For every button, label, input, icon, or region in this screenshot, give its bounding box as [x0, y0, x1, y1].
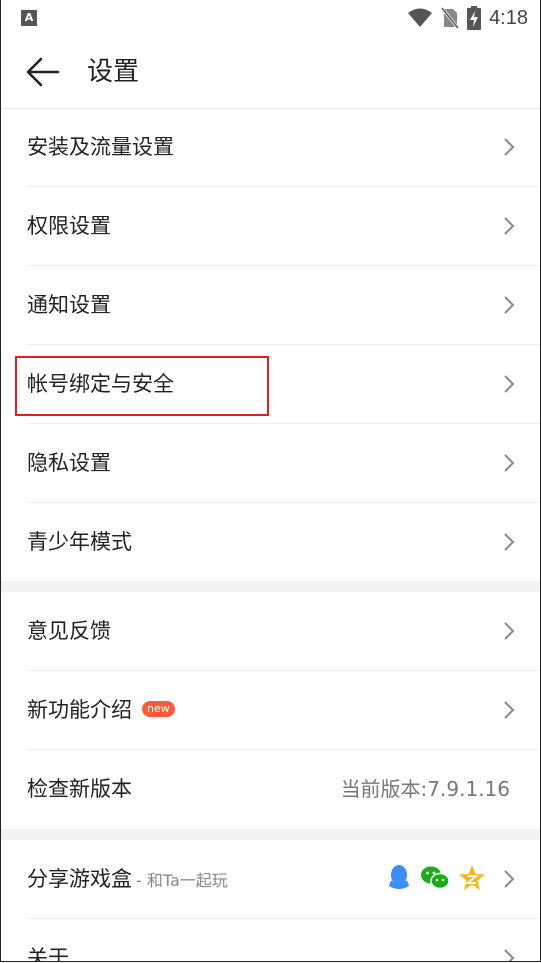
chevron-right-icon [504, 375, 515, 393]
settings-item-label: 关于 [27, 946, 69, 962]
chevron-right-icon [504, 296, 515, 314]
settings-item-new-features[interactable]: 新功能介绍 new [1, 671, 540, 750]
settings-item-share[interactable]: 分享游戏盒 - 和Ta一起玩 [1, 840, 540, 919]
highlight-box [15, 356, 269, 416]
wechat-icon[interactable] [420, 865, 450, 891]
chevron-right-icon [504, 949, 515, 961]
settings-item-label: 检查新版本 [27, 777, 132, 801]
settings-item-label: 意见反馈 [27, 619, 111, 643]
current-version: 当前版本:7.9.1.16 [340, 777, 510, 801]
share-text: 分享游戏盒 [27, 867, 132, 891]
settings-item-teen-mode[interactable]: 青少年模式 [1, 503, 540, 582]
new-badge: new [142, 701, 175, 717]
chevron-right-icon [504, 870, 515, 888]
chevron-right-icon [504, 622, 515, 640]
settings-item-privacy[interactable]: 隐私设置 [1, 424, 540, 503]
app-header: 设置 [1, 36, 540, 109]
qq-icon[interactable] [386, 864, 412, 892]
settings-item-label: 隐私设置 [27, 451, 111, 475]
settings-item-permissions[interactable]: 权限设置 [1, 187, 540, 266]
settings-item-label: 通知设置 [27, 293, 111, 317]
chevron-right-icon [504, 138, 515, 156]
app-notification-icon: A [21, 10, 37, 26]
share-icons [386, 864, 486, 892]
chevron-right-icon [504, 454, 515, 472]
settings-item-check-update[interactable]: 检查新版本 当前版本:7.9.1.16 [1, 750, 540, 829]
no-sim-icon [441, 7, 460, 29]
qzone-icon[interactable] [458, 864, 486, 892]
status-icons: 4:18 [407, 6, 528, 30]
page-title: 设置 [87, 57, 140, 87]
settings-item-feedback[interactable]: 意见反馈 [1, 592, 540, 671]
status-bar: A 4:18 [1, 0, 540, 36]
chevron-right-icon [504, 701, 515, 719]
settings-item-label: 安装及流量设置 [27, 135, 174, 159]
settings-item-about[interactable]: 关于 [1, 919, 540, 962]
settings-item-label: 分享游戏盒 - 和Ta一起玩 [27, 840, 228, 919]
settings-item-label: 青少年模式 [27, 530, 132, 554]
back-arrow-icon[interactable] [25, 54, 61, 90]
clock: 4:18 [489, 6, 528, 29]
battery-charging-icon [467, 6, 482, 30]
wifi-icon [408, 8, 433, 27]
new-features-text: 新功能介绍 [27, 698, 132, 722]
settings-item-notifications[interactable]: 通知设置 [1, 266, 540, 345]
settings-item-label: 权限设置 [27, 214, 111, 238]
section-gap [1, 829, 540, 840]
settings-item-install-traffic[interactable]: 安装及流量设置 [1, 108, 540, 187]
section-gap [1, 581, 540, 592]
chevron-right-icon [504, 533, 515, 551]
screen: A 4:18 设置 安装及流量设置 权限设置 通知设置 帐号绑定与安全 隐私设置… [0, 0, 541, 962]
chevron-right-icon [504, 217, 515, 235]
share-subtitle: - 和Ta一起玩 [136, 871, 228, 890]
settings-item-label: 新功能介绍 new [27, 671, 175, 750]
